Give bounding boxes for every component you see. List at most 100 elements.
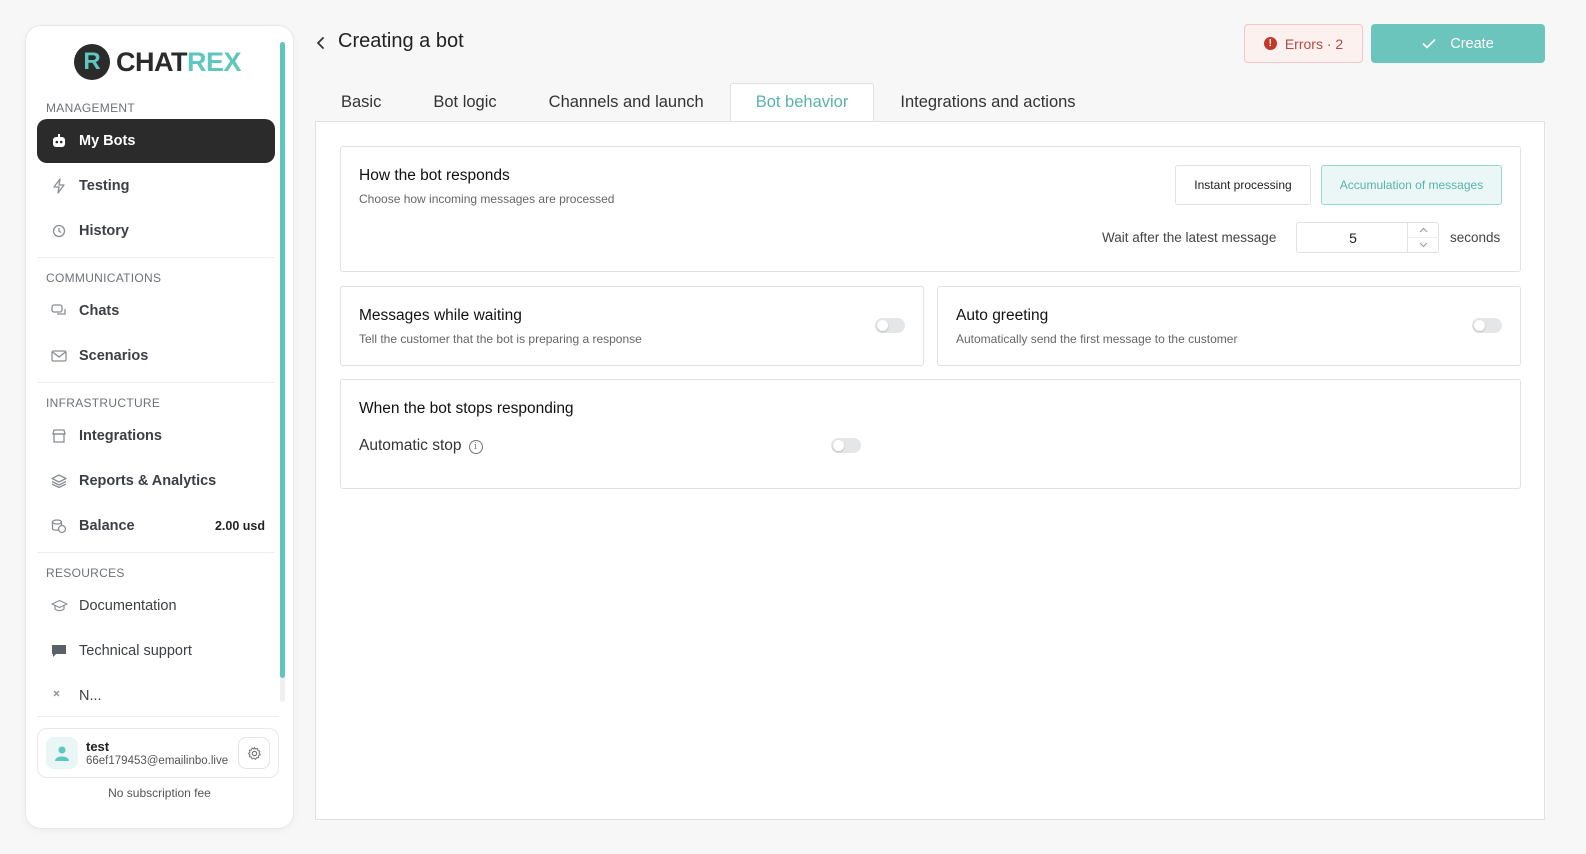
- responds-card: How the bot responds Choose how incoming…: [340, 146, 1521, 272]
- sidebar-item-integrations[interactable]: Integrations: [37, 414, 275, 458]
- message-square-icon: [50, 642, 68, 660]
- store-icon: [50, 427, 68, 445]
- chevron-up-icon[interactable]: [1408, 223, 1438, 238]
- sidebar-item-reports[interactable]: Reports & Analytics: [37, 459, 275, 503]
- user-info: test 66ef179453@emailinbo.live: [86, 739, 228, 767]
- sidebar-item-label: History: [79, 223, 129, 239]
- gear-icon: [247, 746, 261, 760]
- sidebar-scrollbar[interactable]: [280, 42, 285, 678]
- section-title-communications: COMMUNICATIONS: [46, 271, 162, 285]
- chevron-left-icon: [317, 37, 324, 49]
- avatar: [46, 737, 78, 769]
- sidebar-item-testing[interactable]: Testing: [37, 164, 275, 208]
- sidebar-item-label: Integrations: [79, 428, 162, 444]
- stops-title: When the bot stops responding: [359, 400, 574, 417]
- waiting-desc: Tell the customer that the bot is prepar…: [359, 332, 642, 346]
- sidebar-item-balance[interactable]: Balance 2.00 usd: [37, 504, 275, 548]
- wait-unit: seconds: [1450, 230, 1501, 245]
- page-title: Creating a bot: [338, 30, 464, 52]
- create-button[interactable]: Create: [1371, 24, 1545, 63]
- greeting-title: Auto greeting: [956, 307, 1049, 324]
- logo-text-part1: CHAT: [116, 46, 187, 77]
- auto-stop-label: Automatic stop: [359, 437, 462, 454]
- waiting-toggle[interactable]: [875, 318, 905, 333]
- coins-icon: [50, 517, 68, 535]
- section-divider: [37, 257, 275, 258]
- robot-icon: [50, 132, 68, 150]
- greeting-card: Auto greeting Automatically send the fir…: [937, 286, 1521, 366]
- accumulation-button[interactable]: Accumulation of messages: [1321, 165, 1502, 205]
- create-label: Create: [1450, 35, 1494, 52]
- section-title-infrastructure: INFRASTRUCTURE: [46, 396, 161, 410]
- subscription-note: No subscription fee: [108, 786, 211, 800]
- wait-stepper[interactable]: [1407, 223, 1438, 252]
- user-icon: [55, 746, 69, 761]
- sidebar-item-label: Documentation: [79, 598, 177, 614]
- user-card[interactable]: test 66ef179453@emailinbo.live: [37, 728, 279, 778]
- tab-bar: Basic Bot logic Channels and launch Bot …: [315, 83, 1102, 122]
- tab-bot-logic[interactable]: Bot logic: [407, 83, 522, 122]
- user-name: test: [86, 739, 110, 754]
- instant-processing-button[interactable]: Instant processing: [1175, 165, 1311, 205]
- wait-seconds-input[interactable]: 5: [1296, 222, 1439, 253]
- responds-title: How the bot responds: [359, 167, 510, 184]
- sidebar-item-label: Scenarios: [79, 348, 149, 364]
- bot-behavior-panel: How the bot responds Choose how incoming…: [315, 121, 1545, 820]
- wait-value: 5: [1349, 229, 1357, 246]
- sidebar-item-news[interactable]: N...: [37, 674, 275, 713]
- sidebar-item-support[interactable]: Technical support: [37, 629, 275, 673]
- sidebar-item-label: Reports & Analytics: [79, 473, 217, 489]
- chevron-down-icon[interactable]: [1408, 238, 1438, 252]
- greeting-desc: Automatically send the first message to …: [956, 332, 1238, 346]
- graduation-cap-icon: [50, 597, 68, 615]
- sidebar-item-label: My Bots: [79, 133, 136, 149]
- lightning-icon: [50, 177, 68, 195]
- logo-mark: R: [74, 44, 110, 80]
- check-icon: [1422, 38, 1436, 48]
- sidebar-item-label: Testing: [79, 178, 130, 194]
- wait-label: Wait after the latest message: [1102, 230, 1277, 245]
- tab-basic[interactable]: Basic: [315, 83, 407, 122]
- sidebar-item-my-bots[interactable]: My Bots: [37, 119, 275, 163]
- logo-text-part2: REX: [186, 46, 242, 77]
- layers-icon: [50, 472, 68, 490]
- sidebar-item-chats[interactable]: Chats: [37, 289, 275, 333]
- brand-logo[interactable]: R CHATREX: [74, 43, 242, 81]
- tab-channels-and-launch[interactable]: Channels and launch: [523, 83, 730, 122]
- news-icon: [50, 687, 68, 705]
- section-divider: [37, 382, 275, 383]
- section-title-management: MANAGEMENT: [46, 101, 136, 115]
- responds-desc: Choose how incoming messages are process…: [359, 192, 615, 206]
- auto-stop-row: Automatic stop i: [359, 437, 483, 455]
- greeting-toggle[interactable]: [1472, 318, 1502, 333]
- stops-card: When the bot stops responding Automatic …: [340, 379, 1521, 489]
- auto-stop-toggle[interactable]: [831, 438, 861, 453]
- envelope-icon: [50, 347, 68, 365]
- section-divider: [37, 552, 275, 553]
- waiting-card: Messages while waiting Tell the customer…: [340, 286, 924, 366]
- balance-value: 2.00 usd: [214, 519, 265, 533]
- errors-label: Errors · 2: [1284, 35, 1344, 52]
- sidebar-item-label: Balance: [79, 518, 135, 534]
- error-icon: !: [1263, 37, 1277, 50]
- logo-text: CHATREX: [116, 46, 242, 78]
- sidebar-item-label: Technical support: [79, 643, 192, 659]
- tab-bot-behavior[interactable]: Bot behavior: [729, 83, 875, 122]
- sidebar: R CHATREX MANAGEMENT My Bots Testing His…: [25, 25, 294, 829]
- waiting-title: Messages while waiting: [359, 307, 522, 324]
- chat-bubbles-icon: [50, 302, 68, 320]
- sidebar-item-history[interactable]: History: [37, 209, 275, 253]
- history-icon: [50, 222, 68, 240]
- section-title-resources: RESOURCES: [46, 566, 125, 580]
- sidebar-nav: MANAGEMENT My Bots Testing History COMMU…: [37, 98, 275, 713]
- tab-integrations-and-actions[interactable]: Integrations and actions: [874, 83, 1101, 122]
- user-divider: [37, 716, 279, 717]
- sidebar-item-label: Chats: [79, 303, 120, 319]
- sidebar-item-label: N...: [79, 688, 102, 704]
- sidebar-item-documentation[interactable]: Documentation: [37, 584, 275, 628]
- back-button[interactable]: [312, 31, 330, 55]
- errors-button[interactable]: ! Errors · 2: [1244, 24, 1363, 63]
- info-icon[interactable]: i: [468, 440, 483, 454]
- sidebar-item-scenarios[interactable]: Scenarios: [37, 334, 275, 378]
- settings-button[interactable]: [238, 737, 270, 769]
